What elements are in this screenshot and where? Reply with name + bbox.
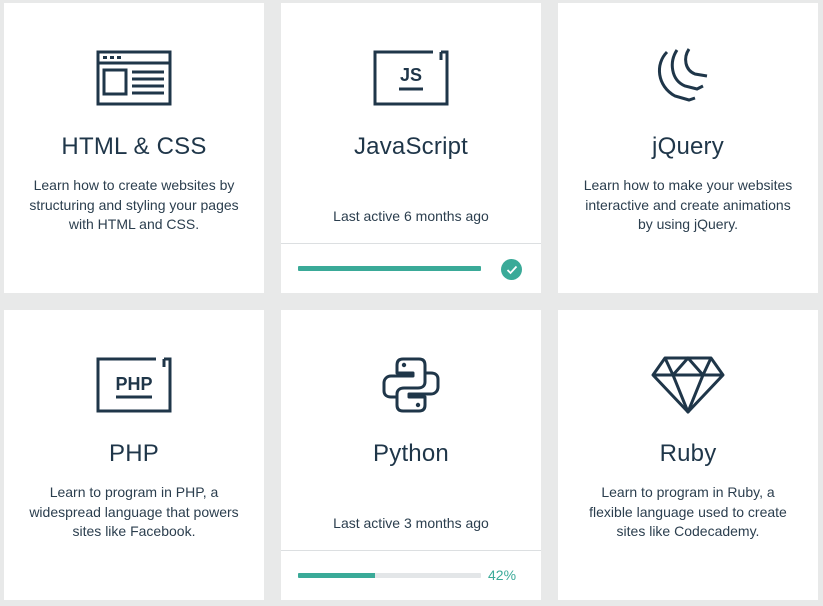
course-card-jquery[interactable]: jQuery Learn how to make your websites i… bbox=[558, 3, 818, 293]
js-badge-icon: JS bbox=[281, 43, 541, 113]
php-badge-text: PHP bbox=[115, 374, 152, 394]
course-card-php[interactable]: PHP PHP Learn to program in PHP, a wides… bbox=[4, 310, 264, 600]
browser-window-icon bbox=[4, 43, 264, 113]
python-logo-icon bbox=[281, 350, 541, 420]
progress-bar bbox=[298, 266, 481, 271]
progress-bar-fill bbox=[298, 266, 481, 271]
course-description: Learn to program in PHP, a widespread la… bbox=[29, 484, 239, 539]
last-active-text: Last active 6 months ago bbox=[333, 208, 489, 224]
svg-text:JS: JS bbox=[400, 65, 422, 85]
card-divider bbox=[281, 550, 541, 551]
card-divider bbox=[281, 243, 541, 244]
course-description: Learn to program in Ruby, a flexible lan… bbox=[589, 484, 787, 539]
course-card-ruby[interactable]: Ruby Learn to program in Ruby, a flexibl… bbox=[558, 310, 818, 600]
course-description: Learn how to create websites by structur… bbox=[29, 177, 239, 232]
jquery-wave-icon bbox=[558, 43, 818, 113]
course-title: HTML & CSS bbox=[61, 133, 207, 160]
course-card-javascript[interactable]: JS JavaScript Last active 6 months ago bbox=[281, 3, 541, 293]
course-card-python[interactable]: Python Last active 3 months ago 42% bbox=[281, 310, 541, 600]
ruby-gem-icon bbox=[558, 350, 818, 420]
progress-bar bbox=[298, 573, 481, 578]
course-card-html-css[interactable]: HTML & CSS Learn how to create websites … bbox=[4, 3, 264, 293]
course-title: Ruby bbox=[659, 440, 717, 467]
course-title: PHP bbox=[109, 440, 159, 467]
progress-percent: 42% bbox=[488, 567, 517, 583]
php-badge-icon: PHP bbox=[4, 350, 264, 420]
course-title: Python bbox=[373, 440, 449, 467]
last-active-text: Last active 3 months ago bbox=[333, 515, 489, 531]
course-title: JavaScript bbox=[353, 133, 469, 160]
course-description: Learn how to make your websites interact… bbox=[583, 177, 793, 232]
progress-bar-fill bbox=[298, 573, 375, 578]
course-title: jQuery bbox=[652, 133, 724, 160]
completed-check-icon bbox=[501, 259, 522, 280]
